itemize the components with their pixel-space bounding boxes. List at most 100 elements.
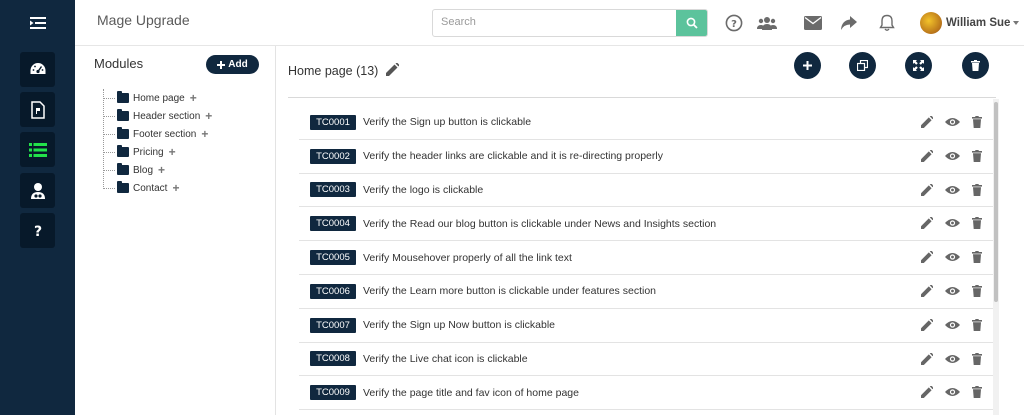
testcase-row[interactable]: TC0008 Verify the Live chat icon is clic… (299, 343, 996, 377)
testcase-row[interactable]: TC0004 Verify the Read our blog button i… (299, 207, 996, 242)
edit-button[interactable] (919, 351, 935, 367)
edit-title-button[interactable] (386, 62, 400, 79)
view-button[interactable] (944, 283, 960, 299)
module-item[interactable]: Blog + (103, 161, 165, 179)
expand-icon (913, 60, 924, 71)
delete-button[interactable] (969, 384, 985, 400)
sidebar-item-help[interactable]: ? (20, 213, 55, 248)
add-submodule-icon[interactable]: + (158, 164, 165, 176)
module-item[interactable]: Pricing + (103, 143, 176, 161)
user-menu[interactable]: William Sue (920, 11, 1020, 35)
delete-button[interactable] (969, 249, 985, 265)
testcase-id: TC0004 (310, 216, 356, 232)
search-input[interactable] (441, 16, 671, 28)
menu-toggle-button[interactable] (0, 0, 75, 46)
trash-icon (972, 352, 982, 365)
user-name: William Sue (946, 17, 1011, 29)
edit-button[interactable] (919, 215, 935, 231)
folder-icon (117, 91, 129, 103)
scrollbar-thumb[interactable] (994, 102, 998, 302)
sidebar-item-users[interactable] (20, 173, 55, 208)
delete-button[interactable] (969, 317, 985, 333)
help-button[interactable]: ? (724, 13, 744, 33)
notifications-button[interactable] (877, 13, 897, 33)
delete-button[interactable] (969, 283, 985, 299)
edit-button[interactable] (919, 182, 935, 198)
list-icon (28, 142, 47, 157)
view-button[interactable] (944, 182, 960, 198)
testcase-title: Verify the Live chat icon is clickable (363, 352, 528, 365)
app-title: Mage Upgrade (97, 12, 190, 28)
expand-button[interactable] (905, 52, 932, 79)
eye-icon (944, 219, 960, 228)
view-button[interactable] (944, 215, 960, 231)
delete-button[interactable] (969, 351, 985, 367)
add-submodule-icon[interactable]: + (172, 182, 179, 194)
delete-all-button[interactable] (962, 52, 989, 79)
pencil-icon (921, 251, 933, 264)
view-button[interactable] (944, 317, 960, 333)
edit-button[interactable] (919, 317, 935, 333)
testcase-id: TC0003 (310, 182, 356, 198)
testcase-row[interactable]: TC0002 Verify the header links are click… (299, 140, 996, 174)
edit-button[interactable] (919, 148, 935, 164)
delete-button[interactable] (969, 215, 985, 231)
module-item[interactable]: Header section + (103, 107, 212, 125)
testcase-row[interactable]: TC0003 Verify the logo is clickable (299, 174, 996, 208)
team-button[interactable] (757, 13, 777, 33)
testcase-row[interactable]: TC0005 Verify Mousehover properly of all… (299, 241, 996, 275)
row-actions (919, 351, 985, 367)
pencil-icon (921, 149, 933, 162)
edit-button[interactable] (919, 283, 935, 299)
testcase-row[interactable]: TC0001 Verify the Sign up button is clic… (299, 106, 996, 140)
delete-button[interactable] (969, 148, 985, 164)
testcase-row[interactable]: TC0007 Verify the Sign up Now button is … (299, 309, 996, 343)
eye-icon (944, 354, 960, 363)
testcase-title: Verify the header links are clickable an… (363, 150, 663, 163)
add-submodule-icon[interactable]: + (201, 128, 208, 140)
trash-icon (971, 60, 980, 71)
eye-icon (944, 253, 960, 262)
module-label: Home page (133, 92, 185, 104)
add-module-button[interactable]: Add (206, 55, 259, 74)
delete-button[interactable] (969, 182, 985, 198)
edit-button[interactable] (919, 384, 935, 400)
edit-button[interactable] (919, 114, 935, 130)
testcase-id: TC0005 (310, 250, 356, 266)
trash-icon (972, 386, 982, 399)
sidebar-item-documents[interactable] (20, 92, 55, 127)
module-item[interactable]: Footer section + (103, 125, 208, 143)
add-submodule-icon[interactable]: + (169, 146, 176, 158)
eye-icon (944, 287, 960, 295)
caret-down-icon (1013, 21, 1020, 25)
add-testcase-button[interactable] (794, 52, 821, 79)
testcase-row[interactable]: TC0009 Verify the page title and fav ico… (299, 376, 996, 411)
delete-button[interactable] (969, 114, 985, 130)
edit-button[interactable] (919, 249, 935, 265)
testcase-id: TC0008 (310, 351, 356, 367)
plus-icon (217, 60, 226, 69)
view-button[interactable] (944, 351, 960, 367)
trash-icon (972, 285, 982, 297)
team-icon (757, 17, 777, 30)
view-button[interactable] (944, 249, 960, 265)
sidebar: ? (0, 0, 75, 415)
view-button[interactable] (944, 384, 960, 400)
module-item[interactable]: Home page + (103, 89, 197, 107)
sidebar-item-dashboard[interactable] (20, 52, 55, 87)
user-icon (30, 182, 45, 199)
testcase-row[interactable]: TC0006 Verify the Learn more button is c… (299, 275, 996, 309)
share-button[interactable] (839, 13, 859, 33)
messages-button[interactable] (803, 13, 823, 33)
avatar (920, 12, 942, 34)
search-button[interactable] (676, 10, 707, 36)
add-submodule-icon[interactable]: + (205, 110, 212, 122)
module-label: Footer section (133, 128, 197, 140)
folder-icon (117, 109, 129, 121)
copy-button[interactable] (849, 52, 876, 79)
sidebar-item-testcases[interactable] (20, 132, 55, 167)
view-button[interactable] (944, 148, 960, 164)
view-button[interactable] (944, 114, 960, 130)
module-item[interactable]: Contact + (103, 179, 179, 197)
add-submodule-icon[interactable]: + (190, 92, 197, 104)
